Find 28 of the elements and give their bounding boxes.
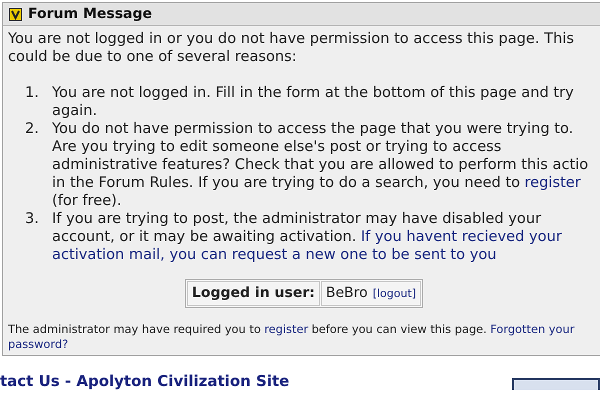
list-number: 1. [25, 84, 40, 103]
site-heading: tact Us - Apolyton Civilization Site [0, 372, 290, 390]
footer-text: before you can view this page. [312, 322, 487, 337]
text-link[interactable]: register [264, 322, 308, 337]
intro-text: You are not logged in or you do not have permission to access this page. This [8, 30, 574, 48]
login-label: Logged in user: [192, 284, 315, 302]
reason-text: account, or it may be awaiting activation. [52, 228, 356, 246]
text-link[interactable]: register [524, 174, 581, 192]
text-link[interactable]: If you havent recieved your [360, 228, 562, 246]
logout-link[interactable]: [logout] [372, 285, 416, 303]
logo-icon [9, 8, 22, 20]
text-link[interactable]: activation mail, you can request a new one to be sent to you [52, 246, 497, 264]
reason-text: again. [52, 102, 98, 120]
reason-text: administrative features? Check that you are allowed to perform this actio [52, 156, 588, 174]
intro-text: could be due to one of several reasons: [8, 48, 297, 66]
reason-text: If you are trying to post, the administrator may have disabled your [52, 210, 542, 228]
text-link[interactable]: password? [8, 337, 68, 352]
footer-text: The administrator may have required you to [8, 322, 261, 337]
reason-text: You do not have permission to access the page that you were trying to. [52, 120, 574, 138]
text-link[interactable]: Forgotten your [490, 322, 574, 337]
panel-title: Forum Message [28, 6, 152, 22]
reason-text: (for free). [52, 192, 122, 210]
reason-text: in the Forum Rules. If you are trying to do a search, you need to [52, 174, 520, 192]
reason-text: You are not logged in. Fill in the form at the bottom of this page and try [52, 84, 574, 102]
list-number: 3. [25, 210, 40, 229]
username: BeBro [326, 284, 368, 302]
reason-text: Are you trying to edit someone else's post or trying to access [52, 138, 502, 156]
list-number: 2. [25, 120, 40, 139]
